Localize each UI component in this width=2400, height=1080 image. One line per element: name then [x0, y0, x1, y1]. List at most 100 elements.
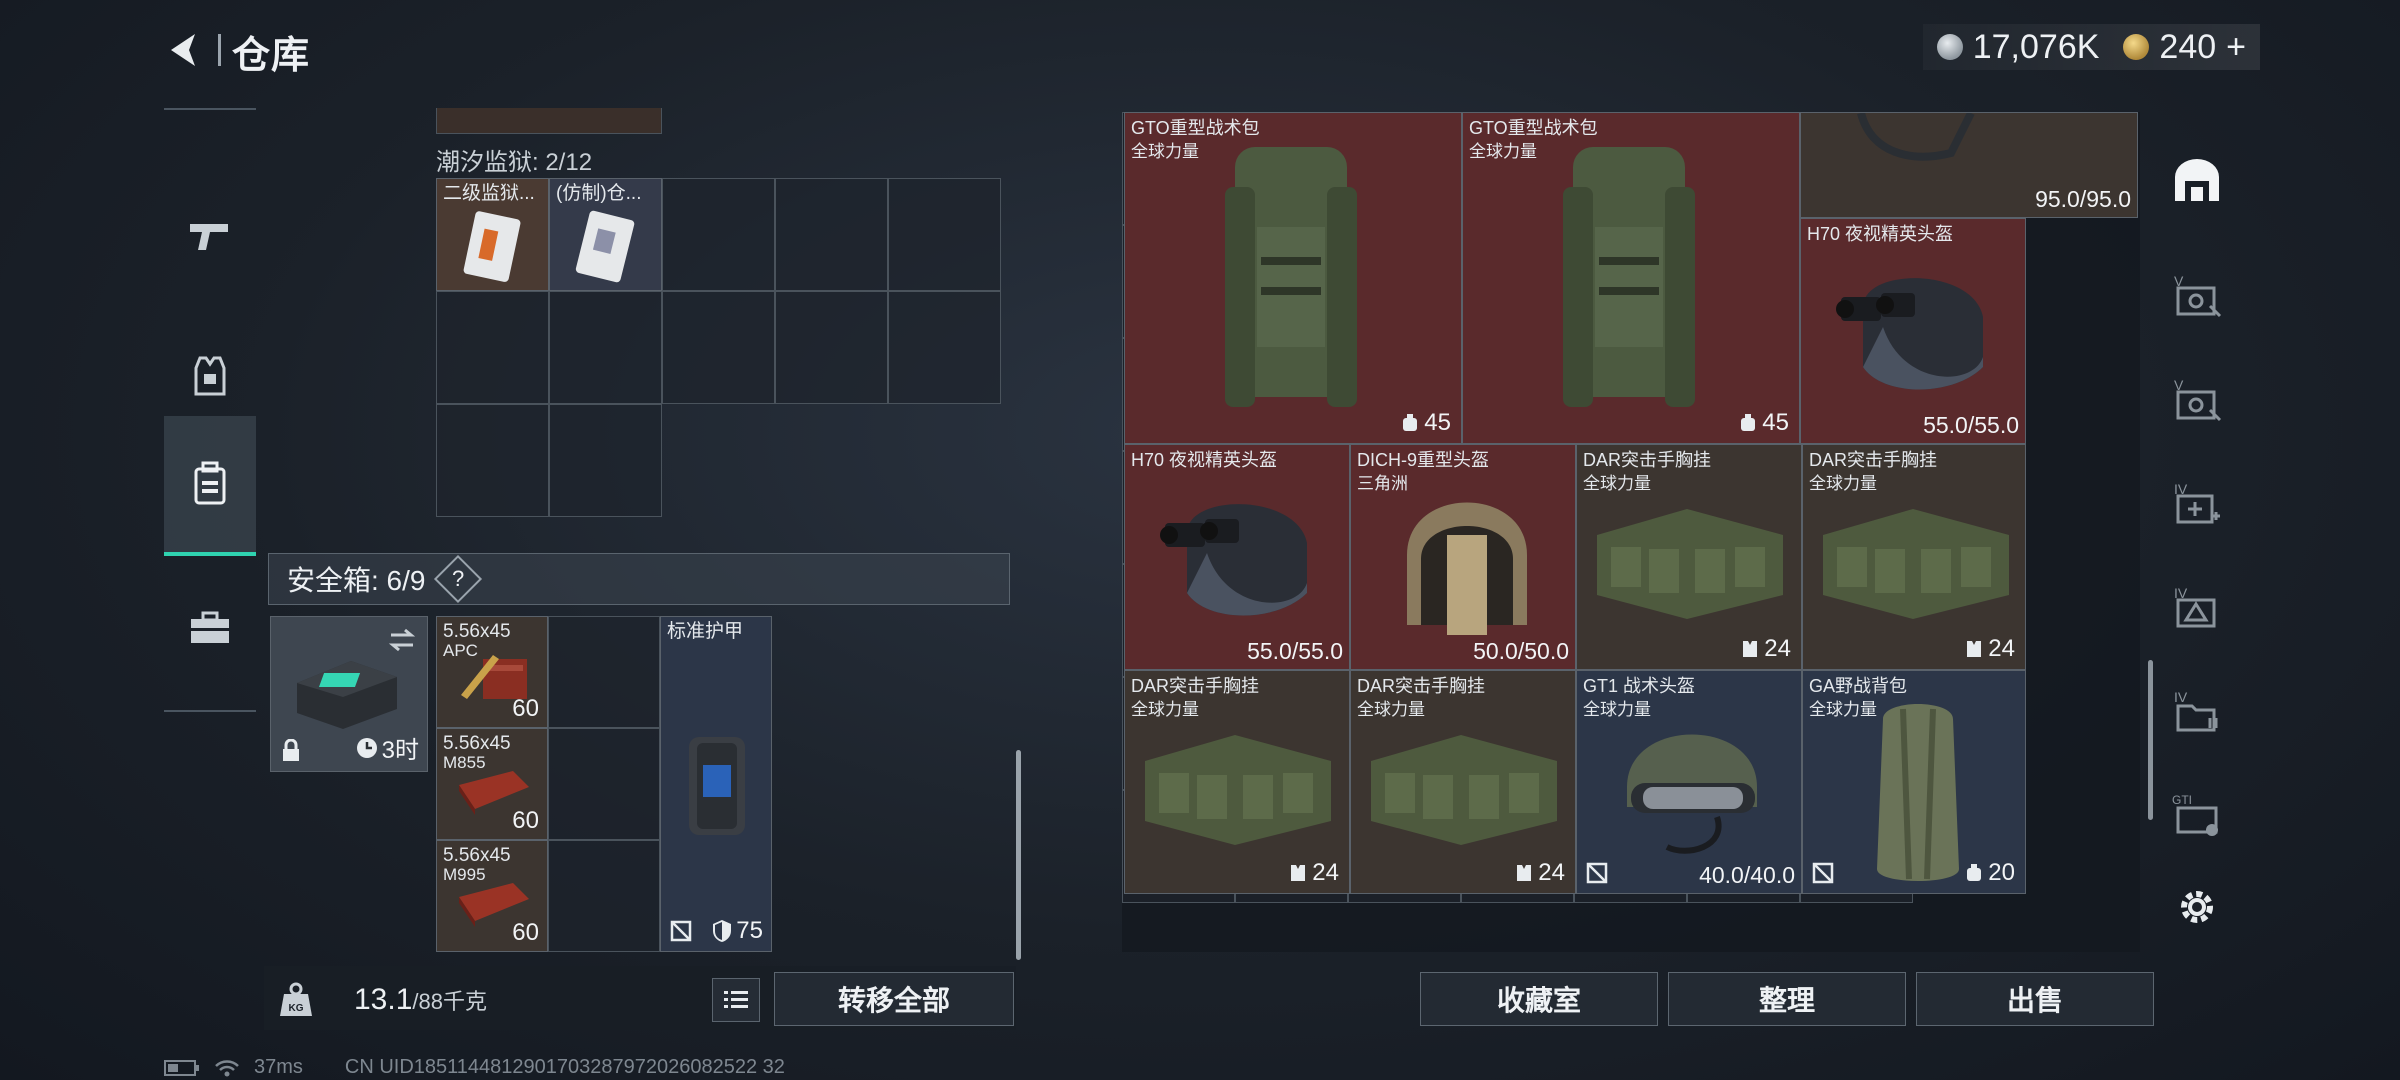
- nav-weapons[interactable]: [164, 166, 256, 306]
- item-dich9-helmet[interactable]: DICH-9重型头盔 三角洲 50.0/50.0: [1350, 444, 1576, 670]
- helmet-item-icon: [1627, 734, 1757, 854]
- armor-item-standard[interactable]: 标准护甲 75: [660, 616, 772, 952]
- grid-cell[interactable]: [662, 178, 775, 291]
- organize-button[interactable]: 整理: [1668, 972, 1906, 1026]
- item-dar-vest-2[interactable]: DAR突击手胸挂 全球力量 24: [1802, 444, 2026, 670]
- capacity-icon: [1741, 414, 1756, 431]
- lock-icon: [283, 739, 299, 761]
- tab-warehouse-v-1[interactable]: V: [2158, 250, 2236, 340]
- item-h70-helmet-1[interactable]: H70 夜视精英头盔 55.0/55.0: [1800, 218, 2026, 444]
- safe-box-header: 安全箱: 6/9 ?: [268, 553, 1010, 605]
- storage-box-icon: V: [2174, 377, 2222, 422]
- safe-box-label: 安全箱: 6/9: [287, 565, 426, 596]
- medical-box-icon: IV: [2174, 481, 2220, 524]
- briefcase-icon: [191, 611, 229, 643]
- ammo-item-apc[interactable]: 5.56x45 APC 60: [436, 616, 548, 728]
- no-insure-icon: [1586, 862, 1608, 884]
- backpack-icon: [194, 461, 226, 505]
- grid-cell[interactable]: [548, 840, 660, 952]
- grid-cell[interactable]: [549, 291, 662, 404]
- tab-warehouse-v-2[interactable]: V: [2158, 354, 2236, 444]
- no-insure-icon: [1812, 862, 1834, 884]
- key-box-icon: GTI: [2172, 793, 2218, 836]
- list-icon: [724, 991, 748, 1008]
- item-dar-vest-4[interactable]: DAR突击手胸挂 全球力量 24: [1350, 670, 1576, 894]
- bag-strap-icon: [1857, 113, 1975, 161]
- item-partial-top[interactable]: 95.0/95.0: [1800, 112, 2138, 218]
- nav-case[interactable]: [164, 558, 256, 698]
- keycard-icon: [463, 211, 521, 282]
- chest-rig-icon: [1145, 735, 1331, 845]
- battery-icon: [164, 1059, 199, 1076]
- duffel-bag-icon: [1877, 704, 1959, 881]
- item-dar-vest-3[interactable]: DAR突击手胸挂 全球力量 24: [1124, 670, 1350, 894]
- item-gt1-helmet[interactable]: GT1 战术头盔 全球力量 40.0/40.0: [1576, 670, 1802, 894]
- grid-cell[interactable]: [436, 404, 549, 517]
- armor-durability: 75: [736, 917, 763, 944]
- item-ga-backpack[interactable]: GA野战背包 全球力量 20: [1802, 670, 2026, 894]
- list-view-button[interactable]: [712, 978, 760, 1022]
- add-currency-button[interactable]: +: [2226, 28, 2246, 67]
- item-gto-backpack-2[interactable]: GTO重型战术包 全球力量 45: [1462, 112, 1800, 444]
- currency-secondary: 240: [2159, 27, 2217, 66]
- capacity-icon: [1403, 414, 1418, 431]
- transfer-all-button[interactable]: 转移全部: [774, 972, 1014, 1026]
- silver-coin-icon: [1936, 34, 1963, 60]
- tab-warehouse-iv-1[interactable]: IV: [2158, 458, 2236, 548]
- grid-cell[interactable]: [548, 728, 660, 840]
- collection-room-button[interactable]: 收藏室: [1420, 972, 1658, 1026]
- item-count: 60: [512, 919, 539, 946]
- stash-item-keycard-2[interactable]: (仿制)仓...: [549, 178, 662, 291]
- grid-cell[interactable]: [436, 291, 549, 404]
- grid-cell[interactable]: [775, 178, 888, 291]
- grid-cell[interactable]: [549, 404, 662, 517]
- gear-icon: [2181, 891, 2213, 923]
- right-scrollbar[interactable]: [2148, 660, 2153, 820]
- currency-display: 17,076K 240 +: [1922, 24, 2260, 70]
- tab-warehouse-iv-2[interactable]: IV: [2158, 562, 2236, 652]
- grid-cell[interactable]: [662, 291, 775, 404]
- currency-primary: 17,076K: [1972, 27, 2100, 66]
- sell-button[interactable]: 出售: [1916, 972, 2154, 1026]
- item-gto-backpack-1[interactable]: GTO重型战术包 全球力量 45: [1124, 112, 1462, 444]
- item-count: 60: [512, 807, 539, 834]
- tab-warehouse-gti[interactable]: GTI: [2158, 770, 2236, 860]
- no-insure-icon: [670, 920, 692, 942]
- helmet-item-icon: [1836, 278, 1983, 390]
- tab-all-warehouse[interactable]: [2158, 136, 2236, 226]
- back-arrow-icon: [171, 34, 195, 66]
- left-scrollbar[interactable]: [1016, 750, 1021, 960]
- nav-backpack[interactable]: [164, 416, 256, 556]
- help-button[interactable]: ?: [434, 554, 483, 604]
- item-dar-vest-1[interactable]: DAR突击手胸挂 全球力量 24: [1576, 444, 1802, 670]
- vest-capacity-icon: [1291, 865, 1306, 881]
- stash-container-label: 潮汐监狱: 2/12: [436, 149, 593, 176]
- grid-cell[interactable]: [888, 291, 1001, 404]
- tab-warehouse-iv-3[interactable]: IV: [2158, 666, 2236, 756]
- gun-icon: [190, 224, 228, 250]
- armor-vest-icon: [194, 356, 226, 396]
- grid-cell[interactable]: [775, 291, 888, 404]
- stash-item-keycard-1[interactable]: 二级监狱...: [436, 178, 549, 291]
- warehouse-tab-nav: V V IV IV IV GTI: [2158, 118, 2236, 938]
- grid-cell[interactable]: [888, 178, 1001, 291]
- safe-box-timer: 3时: [381, 737, 419, 764]
- helmet-item-icon: [1160, 504, 1307, 616]
- ammo-item-m855[interactable]: 5.56x45 M855 60: [436, 728, 548, 840]
- supply-box-icon: IV: [2174, 585, 2216, 628]
- back-button[interactable]: [160, 22, 210, 78]
- armor-plate-icon: [689, 737, 745, 835]
- grid-cell[interactable]: [548, 616, 660, 728]
- settings-button[interactable]: [2158, 862, 2236, 952]
- svg-text:KG: KG: [289, 1003, 304, 1014]
- swap-icon: [388, 628, 416, 652]
- item-count: 60: [512, 695, 539, 722]
- safe-box-case[interactable]: 3时: [270, 616, 428, 772]
- stash-row-partial: [436, 108, 662, 134]
- helmet-item-icon: [1407, 502, 1527, 635]
- item-h70-helmet-2[interactable]: H70 夜视精英头盔 55.0/55.0: [1124, 444, 1350, 670]
- ping-value: 37ms: [254, 1056, 303, 1078]
- folder-box-icon: IV: [2174, 689, 2218, 732]
- ammo-item-m995[interactable]: 5.56x45 M995 60: [436, 840, 548, 952]
- category-nav: [164, 108, 256, 712]
